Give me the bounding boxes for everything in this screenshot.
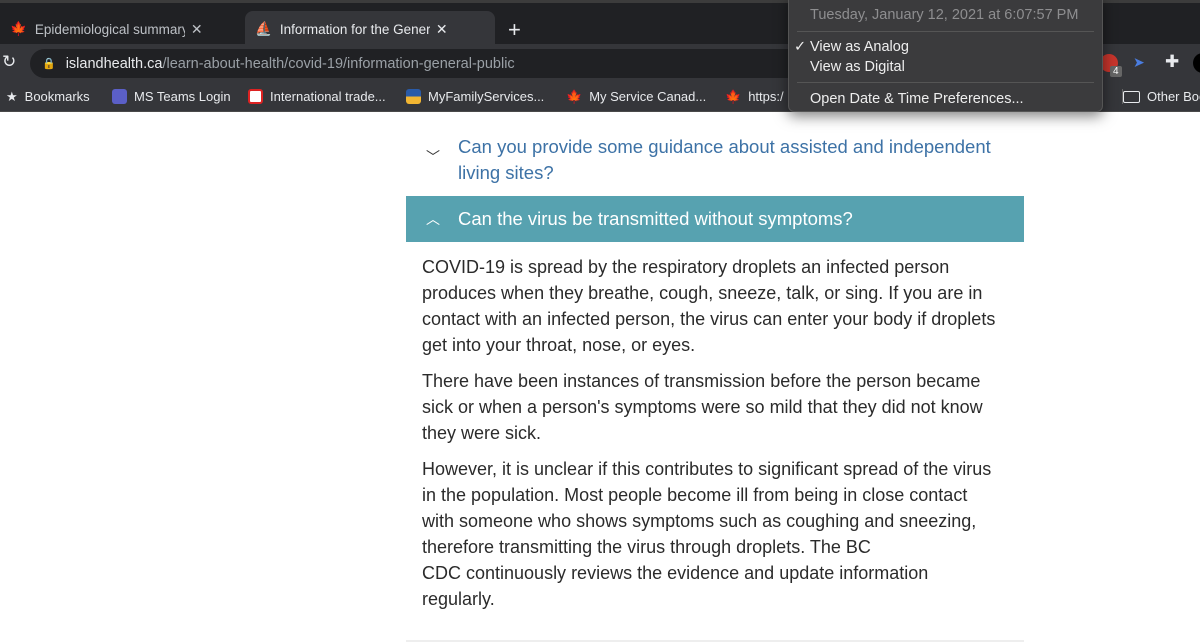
extension-arrow-icon[interactable]: ➤ bbox=[1133, 54, 1145, 71]
checkmark-icon: ✓ bbox=[794, 39, 807, 55]
close-tab-icon[interactable]: ✕ bbox=[436, 21, 448, 38]
bookmark-myfamilyservices[interactable]: MyFamilyServices... bbox=[406, 89, 544, 104]
menu-item-view-digital[interactable]: View as Digital bbox=[810, 59, 905, 75]
lock-icon: 🔒 bbox=[42, 58, 56, 70]
tab-epidemiological-summary[interactable]: 🍁 Epidemiological summary of COVID-19 ✕ bbox=[0, 11, 245, 47]
island-health-icon: ⛵ bbox=[255, 21, 272, 36]
bookmark-bookmarks[interactable]: ★ Bookmarks bbox=[6, 89, 90, 105]
answer-paragraph: COVID-19 is spread by the respiratory dr… bbox=[422, 257, 996, 355]
new-tab-button[interactable]: + bbox=[508, 17, 521, 43]
teams-icon bbox=[112, 89, 127, 104]
menu-separator bbox=[797, 31, 1094, 32]
bookmark-other[interactable]: Other Bookmarks bbox=[1122, 89, 1200, 104]
menu-datetime: Tuesday, January 12, 2021 at 6:07:57 PM bbox=[810, 7, 1079, 23]
oplf-icon bbox=[248, 89, 263, 104]
folder-icon bbox=[1123, 90, 1140, 103]
faq-answer: COVID-19 is spread by the respiratory dr… bbox=[422, 254, 1022, 622]
reload-icon[interactable]: ↻ bbox=[2, 52, 16, 72]
answer-paragraph: However, it is unclear if this contribut… bbox=[422, 459, 992, 609]
bookmark-my-service-canada[interactable]: 🍁 My Service Canad... bbox=[566, 89, 706, 105]
menu-item-view-analog[interactable]: ✓ View as Analog bbox=[794, 39, 909, 55]
bookmark-ms-teams[interactable]: MS Teams Login bbox=[112, 89, 231, 104]
faq-question-transmission[interactable]: ︿ Can the virus be transmitted without s… bbox=[406, 196, 1024, 242]
bookmark-international-trade[interactable]: International trade... bbox=[248, 89, 386, 104]
maple-leaf-icon: 🍁 bbox=[725, 88, 742, 104]
profile-avatar[interactable] bbox=[1193, 53, 1200, 73]
faq-question-assisted-living[interactable]: ﹀ Can you provide some guidance about as… bbox=[406, 134, 1024, 186]
puzzle-icon[interactable]: ✚ bbox=[1165, 52, 1179, 72]
close-tab-icon[interactable]: ✕ bbox=[191, 21, 203, 38]
menu-item-date-time-preferences[interactable]: Open Date & Time Preferences... bbox=[810, 91, 1024, 107]
chevron-up-icon: ︿ bbox=[426, 211, 440, 227]
menu-separator bbox=[797, 82, 1094, 83]
maple-leaf-icon: 🍁 bbox=[566, 88, 583, 104]
maple-leaf-icon: 🍁 bbox=[10, 21, 27, 36]
chevron-down-icon: ﹀ bbox=[426, 149, 440, 165]
extension-badge: 4 bbox=[1110, 66, 1122, 77]
divider bbox=[406, 640, 1024, 642]
bc-gov-icon bbox=[406, 89, 421, 104]
tab-information-general-public[interactable]: ⛵ Information for the General Public ✕ bbox=[245, 11, 495, 47]
answer-paragraph: There have been instances of transmissio… bbox=[422, 371, 983, 443]
bookmark-https[interactable]: 🍁 https:/ bbox=[725, 89, 784, 105]
clock-menu: Tuesday, January 12, 2021 at 6:07:57 PM … bbox=[788, 0, 1103, 112]
star-icon: ★ bbox=[6, 88, 18, 104]
